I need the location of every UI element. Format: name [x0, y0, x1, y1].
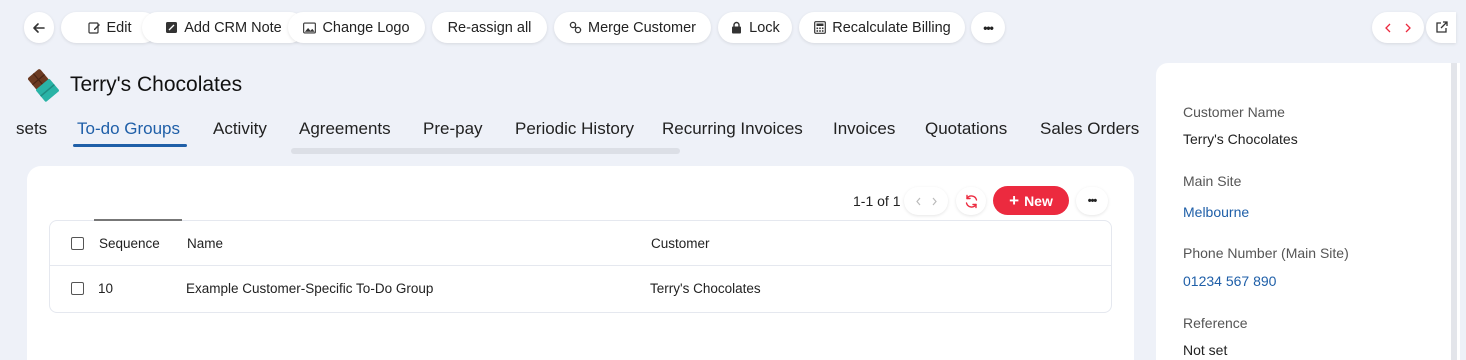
add-crm-note-label: Add CRM Note	[184, 19, 282, 36]
new-button-label: New	[1024, 192, 1053, 209]
merge-customer-label: Merge Customer	[588, 19, 696, 36]
recalculate-billing-label: Recalculate Billing	[832, 19, 951, 36]
back-button[interactable]	[24, 12, 54, 43]
customer-name-value: Terry's Chocolates	[1183, 131, 1298, 147]
reassign-all-label: Re-assign all	[447, 19, 532, 36]
link-icon	[569, 21, 582, 34]
column-header-customer[interactable]: Customer	[651, 236, 710, 251]
refresh-icon	[964, 194, 979, 209]
tab-quotations[interactable]: Quotations	[925, 119, 1007, 139]
add-crm-note-button[interactable]: Add CRM Note	[142, 12, 305, 43]
list-more-button[interactable]: •••	[1076, 187, 1108, 215]
select-all-checkbox[interactable]	[71, 237, 84, 250]
tab-pre-pay[interactable]: Pre-pay	[423, 119, 483, 139]
page-title: Terry's Chocolates	[70, 73, 243, 96]
reassign-all-button[interactable]: Re-assign all	[432, 12, 547, 43]
change-logo-button[interactable]: Change Logo	[288, 12, 425, 43]
phone-number-label: Phone Number (Main Site)	[1183, 245, 1349, 261]
refresh-button[interactable]	[956, 187, 986, 215]
reference-label: Reference	[1183, 315, 1248, 331]
plus-icon: +	[1009, 191, 1020, 210]
image-icon	[303, 21, 317, 34]
merge-customer-button[interactable]: Merge Customer	[554, 12, 711, 43]
tab-recurring-invoices[interactable]: Recurring Invoices	[662, 119, 803, 139]
main-site-label: Main Site	[1183, 173, 1242, 189]
chevron-right-icon[interactable]	[1404, 23, 1412, 33]
open-external-button[interactable]	[1426, 12, 1456, 43]
more-icon: •••	[983, 20, 994, 35]
change-logo-label: Change Logo	[322, 19, 410, 36]
tab-periodic-history[interactable]: Periodic History	[515, 119, 634, 139]
reference-value: Not set	[1183, 342, 1228, 358]
todo-groups-table	[49, 220, 1112, 313]
cell-sequence: 10	[98, 281, 114, 296]
tab-agreements[interactable]: Agreements	[299, 119, 391, 139]
tab-todo-groups[interactable]: To-do Groups	[77, 119, 180, 139]
customer-name-label: Customer Name	[1183, 104, 1285, 120]
cell-customer: Terry's Chocolates	[650, 281, 761, 296]
cell-name: Example Customer-Specific To-Do Group	[186, 281, 434, 296]
chevron-left-icon[interactable]	[915, 197, 922, 206]
page-header: Terry's Chocolates	[26, 68, 242, 102]
edit-label: Edit	[106, 19, 132, 36]
edit-icon	[87, 21, 101, 34]
arrow-left-icon	[32, 21, 46, 35]
calculator-icon	[813, 21, 826, 34]
note-icon	[165, 21, 178, 34]
tab-scrollbar[interactable]	[291, 148, 680, 154]
more-actions-button[interactable]: •••	[971, 12, 1005, 43]
chevron-right-icon[interactable]	[931, 197, 938, 206]
lock-button[interactable]: Lock	[718, 12, 792, 43]
pager-count: 1-1 of 1	[853, 193, 901, 209]
tab-sales-orders[interactable]: Sales Orders	[1040, 119, 1139, 139]
column-header-name[interactable]: Name	[187, 236, 223, 251]
main-site-link[interactable]: Melbourne	[1183, 204, 1249, 220]
record-navigation	[1372, 12, 1424, 43]
chocolate-logo-icon	[26, 68, 60, 102]
recalculate-billing-button[interactable]: Recalculate Billing	[799, 12, 965, 43]
external-link-icon	[1435, 21, 1448, 34]
more-icon: •••	[1087, 195, 1098, 207]
table-divider	[49, 265, 1112, 266]
sort-indicator	[94, 219, 182, 221]
pager-navigation	[904, 187, 948, 215]
tab-activity[interactable]: Activity	[213, 119, 267, 139]
active-tab-indicator	[73, 144, 187, 147]
panel-scrollbar[interactable]	[1451, 63, 1457, 360]
tab-assets[interactable]: sets	[16, 119, 47, 139]
chevron-left-icon[interactable]	[1384, 23, 1392, 33]
lock-icon	[730, 21, 743, 34]
column-header-sequence[interactable]: Sequence	[99, 236, 160, 251]
row-checkbox[interactable]	[71, 282, 84, 295]
new-button[interactable]: + New	[993, 186, 1069, 215]
tab-invoices[interactable]: Invoices	[833, 119, 895, 139]
lock-label: Lock	[749, 19, 780, 36]
phone-number-link[interactable]: 01234 567 890	[1183, 273, 1276, 289]
